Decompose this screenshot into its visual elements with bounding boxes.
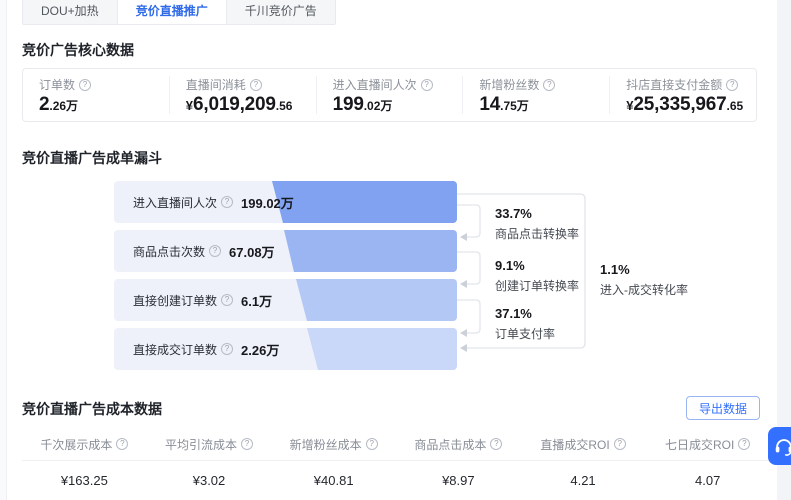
metric-value: 14.75万 [479,94,529,115]
customer-service-button[interactable] [768,427,791,465]
rate-value: 9.1% [495,258,525,273]
funnel-row-orders-paid: 直接成交订单数? 2.26万 [114,328,457,370]
rate-label: 创建订单转换率 [495,279,580,293]
rate-order-create: 9.1% 创建订单转换率 [495,258,605,294]
funnel-title: 竞价直播广告成单漏斗 [22,150,162,166]
metric-live-spend: 直播间消耗? ¥6,019,209.56 [168,76,316,115]
value-7day-roi: 4.07 [695,473,721,488]
value-follower-cost: ¥40.81 [313,473,354,488]
rate-value: 37.1% [495,306,532,321]
info-icon[interactable]: ? [543,78,556,91]
rate-product-click: 33.7% 商品点击转换率 [495,206,605,242]
info-icon[interactable]: ? [241,438,254,450]
cost-data-title: 竞价直播广告成本数据 [22,401,162,417]
tab-bidding-live[interactable]: 竞价直播推广 [117,0,227,24]
rate-value: 1.1% [600,262,630,277]
funnel-row-value: 199.02万 [241,195,294,211]
col-product-click-cost: 商品点击成本? [396,436,521,453]
col-avg-traffic-cost: 平均引流成本? [147,436,272,453]
info-icon[interactable]: ? [420,78,433,91]
funnel-row-value: 2.26万 [241,342,280,358]
funnel-row-product-clicks: 商品点击次数? 67.08万 [114,230,457,272]
tab-qianchuan-bidding[interactable]: 千川竞价广告 [226,0,335,24]
funnel-row-label: 商品点击次数 [133,244,206,259]
conversion-funnel: 进入直播间人次? 199.02万 商品点击次数? 67.08万 直接创建订单数? 6.… [114,181,791,381]
metric-label: 订单数 [39,78,76,92]
rate-label: 进入-成交转化率 [600,283,688,297]
headset-icon [775,439,791,456]
info-icon[interactable]: ? [116,438,129,450]
funnel-row-value: 6.1万 [241,293,273,309]
funnel-row-label: 进入直播间人次 [133,195,218,210]
value-live-roi: 4.21 [570,473,596,488]
cost-table-header: 千次展示成本? 平均引流成本? 新增粉丝成本? 商品点击成本? 直播成交ROI?… [22,428,770,461]
value-cpm: ¥163.25 [60,473,108,488]
metric-value: ¥6,019,209.56 [185,94,293,115]
metric-value: 199.02万 [332,94,393,115]
value-product-click-cost: ¥8.97 [442,473,475,488]
col-live-roi: 直播成交ROI? [521,436,646,453]
metric-label: 直播间消耗 [185,78,246,92]
info-icon[interactable]: ? [79,78,92,91]
page-left-gutter [0,0,7,500]
metric-label: 新增粉丝数 [479,78,540,92]
col-follower-cost: 新增粉丝成本? [271,436,396,453]
info-icon[interactable]: ? [221,294,234,306]
core-metric-card: 订单数? 2.26万 直播间消耗? ¥6,019,209.56 进入直播间人次?… [22,68,757,122]
info-icon[interactable]: ? [726,78,739,91]
info-icon[interactable]: ? [249,78,262,91]
funnel-row-entries: 进入直播间人次? 199.02万 [114,181,457,223]
metric-label: 进入直播间人次 [332,78,417,92]
info-icon[interactable]: ? [221,343,234,355]
rate-label: 订单支付率 [495,327,556,341]
value-avg-traffic-cost: ¥3.02 [192,473,226,488]
core-data-title: 竞价广告核心数据 [22,42,134,58]
info-icon[interactable]: ? [490,438,503,450]
tab-dou-plus[interactable]: DOU+加热 [23,0,118,24]
info-icon[interactable]: ? [613,438,626,450]
info-icon[interactable]: ? [209,245,222,257]
info-icon[interactable]: ? [738,438,751,450]
export-data-button[interactable]: 导出数据 [685,396,760,420]
info-icon[interactable]: ? [221,196,234,208]
col-cpm: 千次展示成本? [22,436,147,453]
funnel-row-label: 直接创建订单数 [133,293,218,308]
info-icon[interactable]: ? [365,438,378,450]
funnel-row-orders-created: 直接创建订单数? 6.1万 [114,279,457,321]
metric-order-count: 订单数? 2.26万 [23,76,169,114]
metric-value: ¥25,335,967.65 [626,94,744,115]
rate-order-pay: 37.1% 订单支付率 [495,306,605,342]
metric-shop-direct-pay: 抖店直接支付金额? ¥25,335,967.65 [609,76,756,114]
metric-label: 抖店直接支付金额 [626,78,723,92]
metric-new-followers: 新增粉丝数? 14.75万 [462,76,609,114]
ad-type-tabbar: DOU+加热 竞价直播推广 千川竞价广告 [22,0,336,25]
rate-value: 33.7% [495,206,532,221]
metric-live-entries: 进入直播间人次? 199.02万 [315,76,463,115]
rate-overall: 1.1% 进入-成交转化率 [600,262,730,298]
rate-label: 商品点击转换率 [495,227,580,241]
funnel-row-value: 67.08万 [229,244,275,260]
metric-value: 2.26万 [39,94,79,115]
cost-table-row: ¥163.25 ¥3.02 ¥40.81 ¥8.97 4.21 4.07 [22,461,770,500]
col-7day-roi: 七日成交ROI? [645,436,770,453]
funnel-row-label: 直接成交订单数 [133,342,218,357]
cost-table: 千次展示成本? 平均引流成本? 新增粉丝成本? 商品点击成本? 直播成交ROI?… [22,428,770,500]
